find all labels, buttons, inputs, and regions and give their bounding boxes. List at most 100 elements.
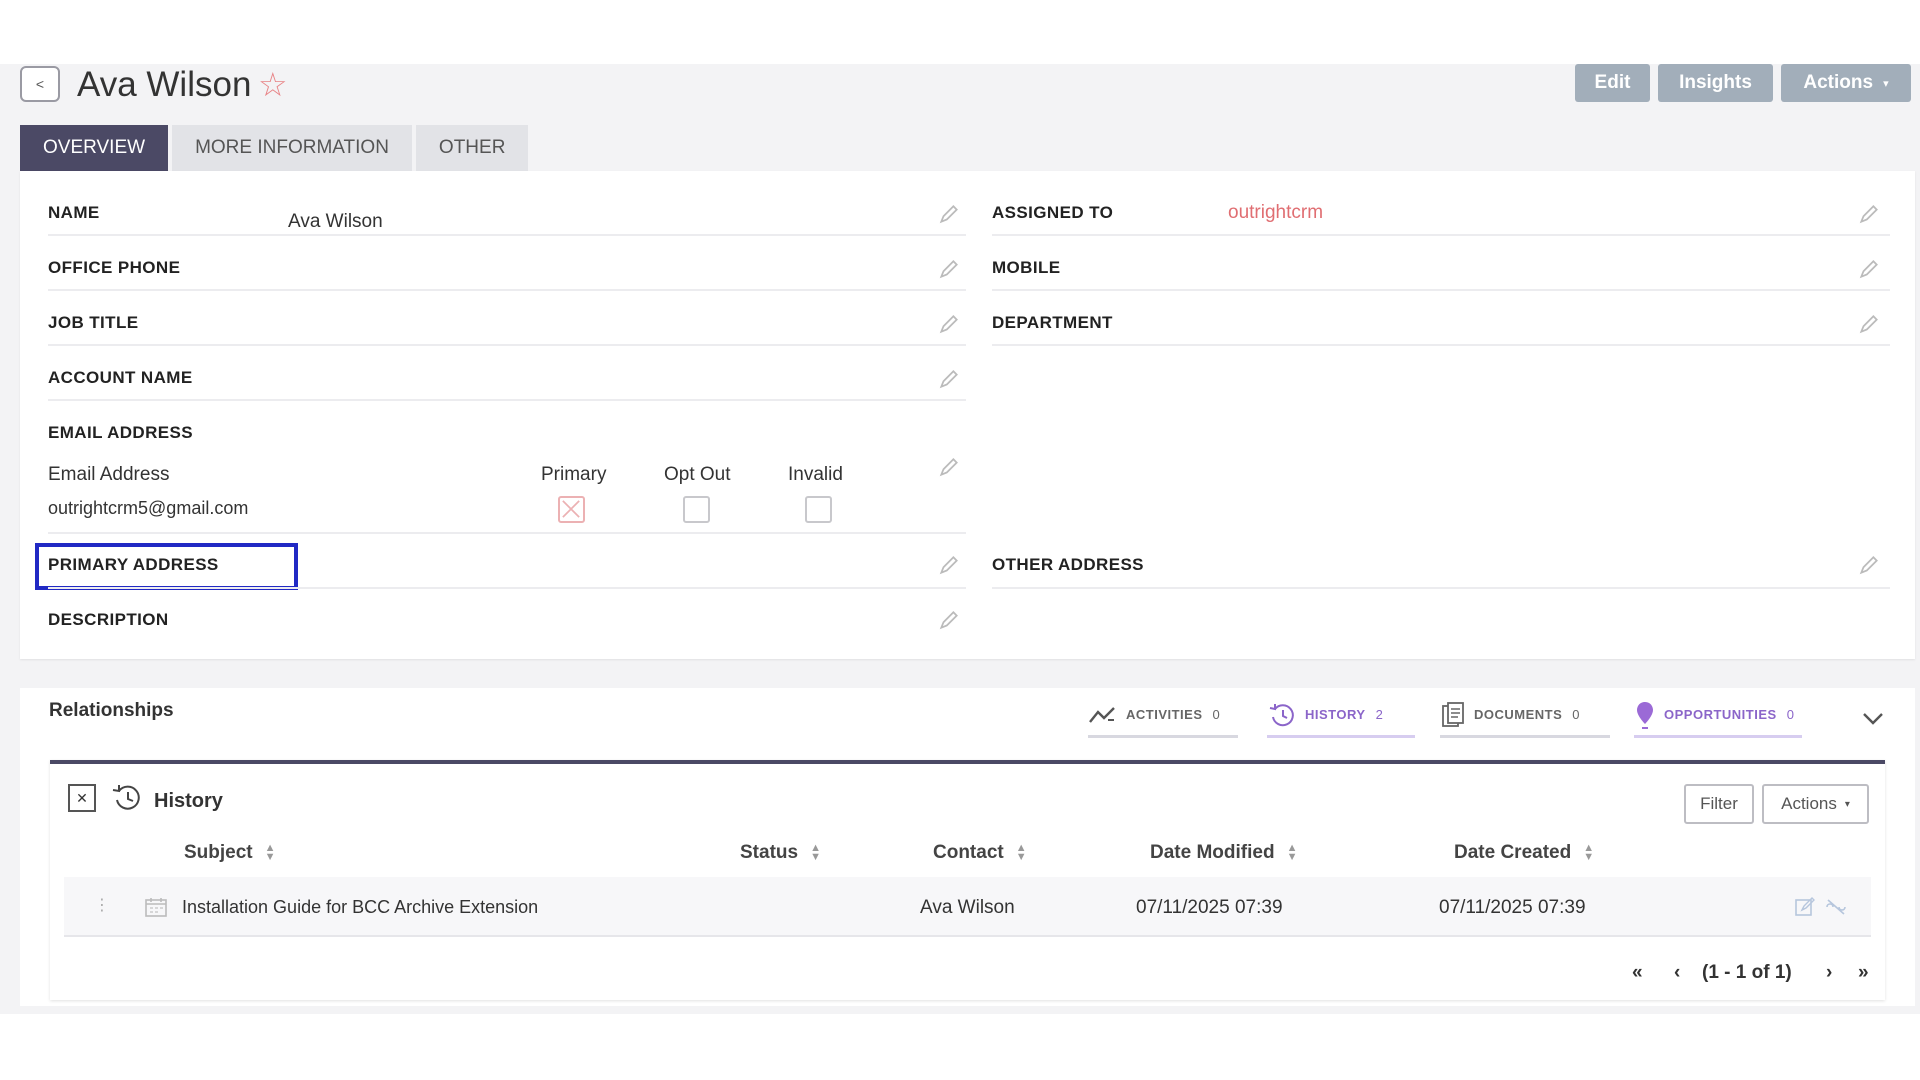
pagination-text: (1 - 1 of 1) <box>1702 962 1792 983</box>
field-name: NAME Ava Wilson <box>48 181 966 236</box>
history-icon <box>112 785 140 810</box>
pencil-icon[interactable] <box>938 609 960 631</box>
edit-button[interactable]: Edit <box>1575 64 1650 102</box>
pencil-icon[interactable] <box>1858 203 1880 225</box>
sort-icon: ▲ ▼ <box>1583 842 1595 863</box>
table-row: ⋮ Installation Guide for BCC Archive Ext… <box>64 877 1871 937</box>
record-header: < Ava Wilson ☆ Edit Insights Actions ▾ <box>0 64 1920 116</box>
edit-row-icon[interactable] <box>1794 897 1816 917</box>
row-drag-handle-icon[interactable]: ⋮ <box>94 895 110 915</box>
tab-opportunities[interactable]: OPPORTUNITIES 0 <box>1634 694 1802 738</box>
tab-activities-label: ACTIVITIES <box>1126 707 1203 722</box>
contact-link[interactable]: Ava Wilson <box>920 897 1015 919</box>
tab-opportunities-count: 0 <box>1786 707 1795 722</box>
field-label: EMAIL ADDRESS <box>48 423 193 442</box>
pencil-icon[interactable] <box>1858 258 1880 280</box>
back-button[interactable]: < <box>20 66 60 102</box>
pencil-icon[interactable] <box>1858 313 1880 335</box>
opportunity-pin-icon <box>1637 701 1653 729</box>
pencil-icon[interactable] <box>938 258 960 280</box>
last-page-button[interactable]: » <box>1858 962 1869 984</box>
pencil-icon[interactable] <box>938 203 960 225</box>
email-column-invalid: Invalid <box>788 464 843 485</box>
x-mark-icon <box>562 500 580 518</box>
assigned-user-link[interactable]: outrightcrm <box>1228 202 1323 224</box>
opt-out-checkbox[interactable] <box>683 496 710 523</box>
tab-other[interactable]: OTHER <box>415 125 529 171</box>
filter-button[interactable]: Filter <box>1684 784 1754 824</box>
previous-page-button[interactable]: ‹ <box>1674 962 1680 984</box>
field-primary-address: PRIMARY ADDRESS <box>48 534 966 589</box>
email-column-address: Email Address <box>48 464 170 485</box>
email-link[interactable]: outrightcrm5@gmail.com <box>48 498 248 519</box>
field-other-address: OTHER ADDRESS <box>992 534 1890 589</box>
pencil-icon[interactable] <box>938 368 960 390</box>
subject-link[interactable]: Installation Guide for BCC Archive Exten… <box>182 897 538 918</box>
activity-chart-icon <box>1089 706 1115 723</box>
actions-button[interactable]: Actions ▾ <box>1781 64 1911 102</box>
tab-documents-label: DOCUMENTS <box>1474 707 1563 722</box>
sort-icon: ▲ ▼ <box>1286 842 1298 863</box>
sort-icon: ▲ ▼ <box>264 842 276 863</box>
pencil-icon[interactable] <box>938 313 960 335</box>
invalid-checkbox[interactable] <box>805 496 832 523</box>
insights-button[interactable]: Insights <box>1658 64 1773 102</box>
unlink-icon[interactable] <box>1824 897 1848 917</box>
tab-overview[interactable]: OVERVIEW <box>20 125 169 171</box>
column-label: Date Created <box>1454 842 1572 863</box>
field-label: DESCRIPTION <box>48 610 169 629</box>
column-header-date-modified[interactable]: Date Modified ▲ ▼ <box>1150 842 1297 864</box>
record-tabs: OVERVIEW MORE INFORMATION OTHER <box>20 125 529 171</box>
pencil-icon[interactable] <box>938 554 960 576</box>
field-value-name: Ava Wilson <box>288 211 383 232</box>
field-label: NAME <box>48 203 100 222</box>
pencil-icon[interactable] <box>1858 554 1880 576</box>
favorite-star-icon[interactable]: ☆ <box>258 67 288 103</box>
field-email-address: EMAIL ADDRESS Email Address Primary Opt … <box>48 401 966 534</box>
field-assigned-to: ASSIGNED TO outrightcrm <box>992 181 1890 236</box>
page-title: Ava Wilson <box>77 65 252 104</box>
email-column-primary: Primary <box>541 464 607 485</box>
tab-history[interactable]: HISTORY 2 <box>1267 694 1415 738</box>
tab-activities[interactable]: ACTIVITIES 0 <box>1088 694 1238 738</box>
field-mobile: MOBILE <box>992 236 1890 291</box>
column-header-subject[interactable]: Subject ▲ ▼ <box>184 842 276 864</box>
page-stage: < Ava Wilson ☆ Edit Insights Actions ▾ O… <box>0 64 1920 1014</box>
close-subpanel-button[interactable]: ✕ <box>68 784 96 812</box>
column-label: Contact <box>933 842 1004 863</box>
relationships-title: Relationships <box>49 700 174 721</box>
column-header-status[interactable]: Status ▲ ▼ <box>740 842 821 864</box>
primary-checkbox[interactable] <box>558 496 585 523</box>
history-title: History <box>154 790 223 812</box>
column-header-date-created[interactable]: Date Created ▲ ▼ <box>1454 842 1594 864</box>
actions-button-label: Actions <box>1803 72 1874 93</box>
subpanel-actions-button[interactable]: Actions ▾ <box>1762 784 1869 824</box>
tab-activities-count: 0 <box>1212 707 1221 722</box>
field-label: MOBILE <box>992 258 1061 277</box>
field-description: DESCRIPTION <box>48 589 966 644</box>
history-subpanel: ✕ History Filter Actions ▾ Subject ▲ ▼ St… <box>50 760 1885 1000</box>
history-icon <box>1269 703 1294 726</box>
column-label: Status <box>740 842 799 863</box>
first-page-button[interactable]: « <box>1632 962 1643 984</box>
chevron-left-icon: < <box>35 76 45 92</box>
next-page-button[interactable]: › <box>1826 962 1832 984</box>
tab-history-label: HISTORY <box>1305 707 1366 722</box>
pencil-icon[interactable] <box>938 456 960 478</box>
close-icon: ✕ <box>76 789 88 806</box>
field-account-name: ACCOUNT NAME <box>48 346 966 401</box>
field-department: DEPARTMENT <box>992 291 1890 346</box>
tab-more-information[interactable]: MORE INFORMATION <box>172 125 412 171</box>
caret-down-icon: ▾ <box>1844 798 1850 810</box>
tab-documents[interactable]: DOCUMENTS 0 <box>1440 694 1610 738</box>
chevron-down-icon[interactable] <box>1860 706 1886 730</box>
email-column-opt-out: Opt Out <box>664 464 731 485</box>
column-header-contact[interactable]: Contact ▲ ▼ <box>933 842 1027 864</box>
sort-icon: ▲ ▼ <box>1015 842 1027 863</box>
documents-icon <box>1442 701 1464 727</box>
pagination-info: (1 - 1 of 1) <box>1702 962 1792 984</box>
tab-opportunities-label: OPPORTUNITIES <box>1664 707 1777 722</box>
field-label: ACCOUNT NAME <box>48 368 193 387</box>
field-label: JOB TITLE <box>48 313 139 332</box>
column-label: Subject <box>184 842 253 863</box>
